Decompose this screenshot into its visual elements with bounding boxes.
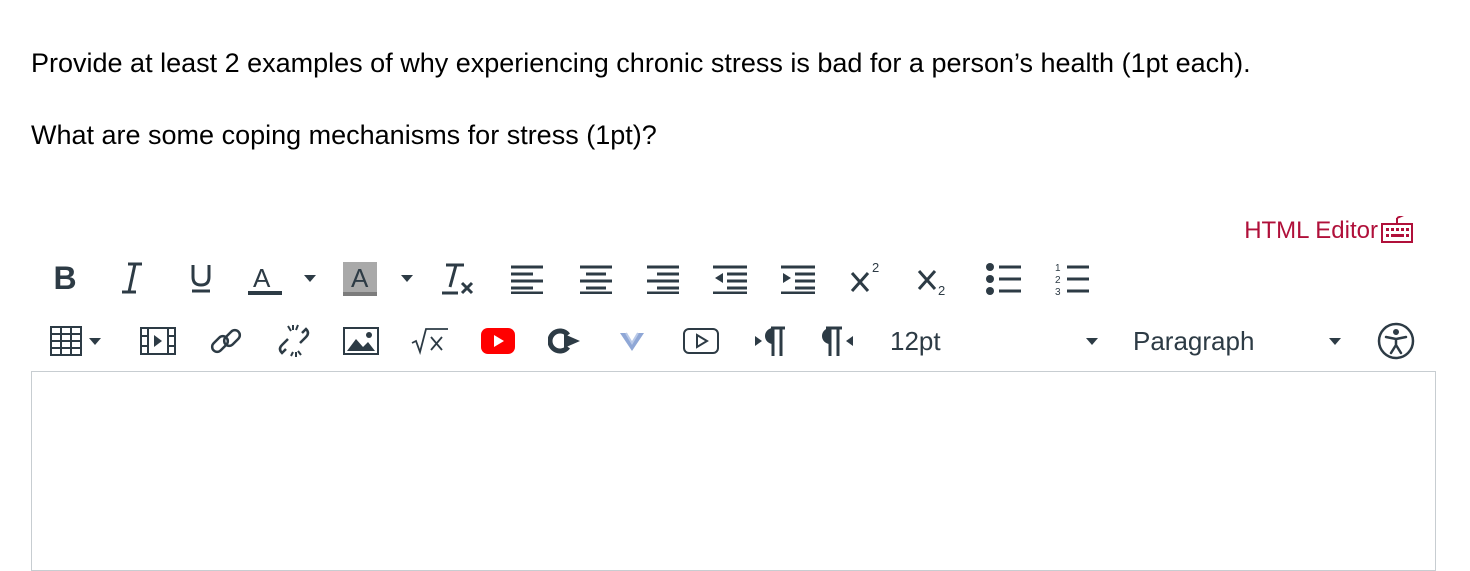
text-color-button[interactable]: A (246, 258, 326, 298)
italic-icon (120, 261, 144, 295)
question-line-1: Provide at least 2 examples of why exper… (31, 48, 1251, 78)
superscript-button[interactable]: 2 (849, 258, 885, 298)
equation-icon (411, 327, 449, 355)
underline-icon (189, 261, 213, 295)
lti-tool-button[interactable] (547, 323, 583, 359)
clear-formatting-icon (440, 259, 478, 297)
align-left-icon (511, 264, 543, 294)
svg-text:3: 3 (1055, 287, 1061, 297)
svg-text:1: 1 (1055, 263, 1061, 274)
bold-button[interactable]: B (50, 258, 80, 298)
font-size-value: 12pt (890, 325, 941, 356)
link-icon (208, 323, 244, 359)
chevron-down-icon (1329, 338, 1341, 345)
block-format-select[interactable]: Paragraph (1133, 321, 1341, 361)
font-size-select[interactable]: 12pt (890, 321, 1098, 361)
accessibility-icon (1377, 322, 1415, 360)
youtube-icon (481, 328, 515, 354)
unlink-icon (276, 323, 314, 359)
outdent-button[interactable] (713, 262, 747, 296)
bullet-list-button[interactable] (985, 260, 1021, 298)
align-center-button[interactable] (579, 262, 613, 296)
unlink-button[interactable] (275, 322, 315, 360)
ltr-button[interactable] (752, 322, 788, 360)
media-icon (140, 327, 176, 355)
link-button[interactable] (207, 322, 245, 360)
subscript-button[interactable]: 2 (916, 258, 952, 298)
align-center-icon (580, 264, 612, 294)
table-icon (50, 326, 82, 356)
vimeo-icon (618, 329, 646, 353)
svg-text:2: 2 (872, 260, 879, 275)
text-color-icon: A (246, 258, 284, 298)
align-right-button[interactable] (646, 262, 680, 296)
accessibility-button[interactable] (1377, 322, 1415, 360)
indent-button[interactable] (781, 262, 815, 296)
chevron-down-icon (89, 337, 101, 345)
background-color-icon: A (343, 258, 377, 298)
table-button[interactable] (50, 323, 110, 359)
clear-formatting-button[interactable] (439, 258, 479, 298)
svg-text:A: A (351, 263, 369, 293)
lti-tool-icon (548, 326, 582, 356)
svg-text:2: 2 (938, 283, 945, 297)
rich-text-editor-body[interactable] (31, 371, 1436, 571)
bullet-list-icon (985, 261, 1021, 297)
numbered-list-icon: 123 (1053, 261, 1089, 297)
subscript-icon: 2 (916, 259, 952, 297)
chevron-down-icon (401, 274, 413, 282)
superscript-icon: 2 (849, 259, 885, 297)
align-left-button[interactable] (510, 262, 544, 296)
italic-button[interactable] (117, 258, 147, 298)
question-line-2: What are some coping mechanisms for stre… (31, 120, 657, 150)
equation-button[interactable] (410, 323, 450, 359)
indent-icon (781, 264, 815, 294)
record-media-icon (683, 327, 719, 355)
record-media-button[interactable] (683, 325, 719, 357)
rtl-button[interactable] (819, 322, 855, 360)
rtl-icon (820, 324, 854, 358)
svg-text:A: A (253, 263, 271, 293)
ltr-icon (753, 324, 787, 358)
image-icon (343, 327, 379, 355)
vimeo-button[interactable] (615, 325, 649, 357)
chevron-down-icon (1086, 338, 1098, 345)
html-editor-label: HTML Editor (1244, 216, 1378, 244)
numbered-list-button[interactable]: 123 (1053, 260, 1089, 298)
media-button[interactable] (140, 323, 176, 359)
keyboard-icon (1380, 210, 1414, 251)
html-editor-link[interactable]: HTML Editor (1244, 210, 1414, 251)
youtube-button[interactable] (480, 325, 516, 357)
underline-button[interactable] (186, 258, 216, 298)
align-right-icon (647, 264, 679, 294)
bold-icon: B (53, 259, 77, 296)
outdent-icon (713, 264, 747, 294)
chevron-down-icon (304, 274, 316, 282)
background-color-button[interactable]: A (343, 258, 423, 298)
image-button[interactable] (343, 323, 379, 359)
block-format-value: Paragraph (1133, 325, 1255, 356)
svg-text:2: 2 (1055, 275, 1061, 286)
